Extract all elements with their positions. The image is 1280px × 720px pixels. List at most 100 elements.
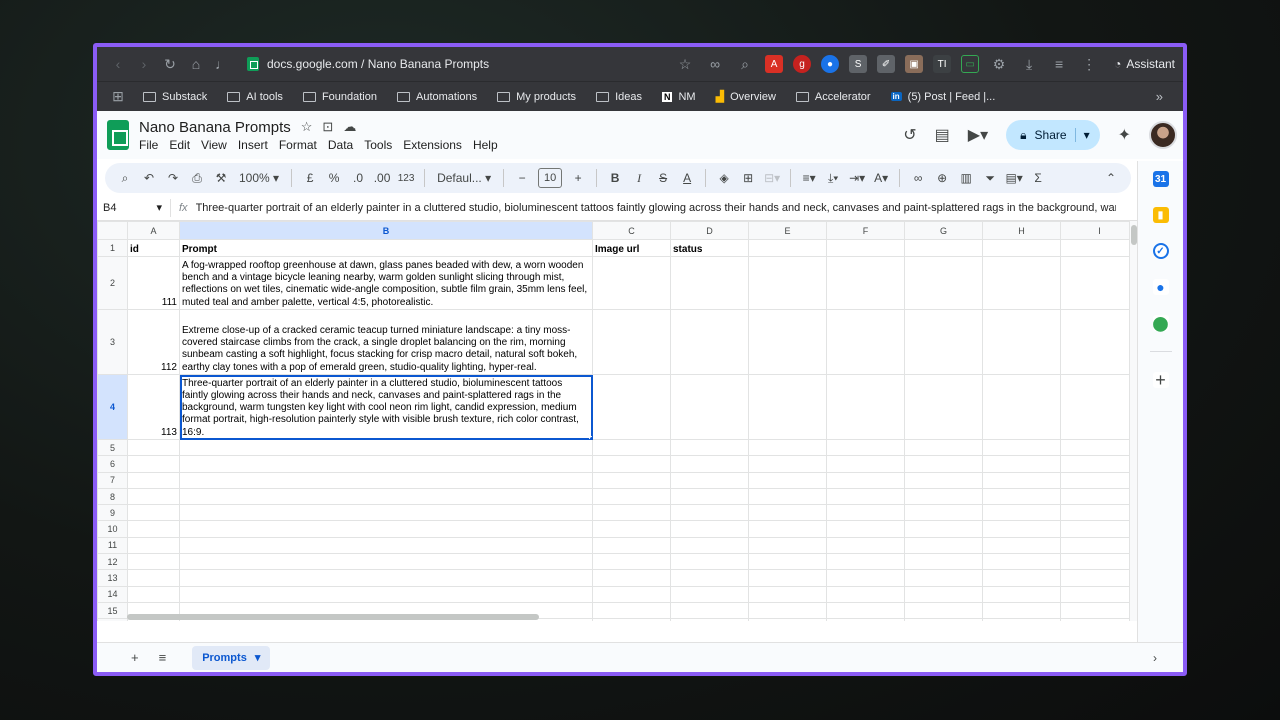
move-folder-icon[interactable]: ⊡ [322,119,333,135]
cell[interactable] [179,520,593,538]
insert-comment-icon[interactable]: ⊕ [930,171,954,185]
cell[interactable] [826,585,905,603]
row-header[interactable]: 8 [97,487,128,506]
cell[interactable] [748,585,827,603]
grammarly-icon[interactable]: g [793,55,812,73]
tool-icon[interactable]: ✐ [877,55,896,73]
undo-icon[interactable]: ↶ [137,171,161,185]
cell[interactable] [592,536,671,555]
document-title[interactable]: Nano Banana Prompts [139,119,291,136]
cell[interactable] [826,455,905,473]
prompt-cell[interactable]: A fog-wrapped rooftop greenhouse at dawn… [179,256,593,310]
share-dropdown-icon[interactable]: ▾ [1074,128,1090,142]
cell[interactable] [904,438,983,457]
row-header[interactable]: 9 [97,504,128,522]
id-cell[interactable]: 113 [127,374,180,440]
link-icon[interactable]: ∞ [702,56,728,72]
decrease-decimal-button[interactable]: .0 [346,171,370,185]
bookmark-overview[interactable]: ▟ Overview [716,90,776,104]
calendar-icon[interactable]: 31 [1152,171,1169,187]
percent-format-button[interactable]: % [322,171,346,185]
cell[interactable] [670,585,749,603]
assistant-button[interactable]: ◔ Assistant [1114,57,1175,71]
id-cell[interactable]: 111 [127,256,180,310]
menu-file[interactable]: File [139,138,158,152]
menu-format[interactable]: Format [279,138,317,152]
filter-views-icon[interactable]: ▤▾ [1002,171,1026,185]
cell[interactable] [127,536,180,555]
menu-tools[interactable]: Tools [364,138,392,152]
vertical-align-icon[interactable]: ⤓▾ [821,171,845,186]
cell[interactable] [179,536,593,555]
cell[interactable] [1060,569,1139,587]
cell[interactable] [670,569,749,587]
zoom-select[interactable]: 100% ▾ [233,171,285,185]
cell[interactable] [127,455,180,473]
italic-button[interactable]: I [627,171,651,186]
keep-icon[interactable]: ▮ [1152,207,1169,223]
cell[interactable] [179,569,593,587]
tab-prompts[interactable]: Prompts ▾ [192,645,271,670]
text-color-button[interactable]: A [675,171,699,185]
row-header[interactable]: 12 [97,553,128,571]
menu-view[interactable]: View [201,138,227,152]
name-box-dropdown-icon[interactable]: ▾ [156,201,162,214]
cell[interactable] [904,471,983,489]
row-header[interactable]: 13 [97,569,128,587]
cell[interactable] [982,553,1061,571]
sheets-logo-icon[interactable] [107,120,129,150]
cell[interactable] [982,585,1061,603]
cell[interactable] [826,504,905,522]
cell[interactable] [1060,553,1139,571]
insert-link-icon[interactable]: ∞ [906,171,930,185]
cell[interactable] [592,471,671,489]
cell[interactable] [592,309,671,375]
vertical-scrollbar[interactable] [1129,221,1137,621]
menu-extensions[interactable]: Extensions [403,138,462,152]
formula-input[interactable]: Three-quarter portrait of an elderly pai… [196,202,1116,214]
cell[interactable] [670,256,749,310]
horizontal-align-icon[interactable]: ≡▾ [797,171,821,185]
column-header-b[interactable]: B [179,221,593,240]
cell[interactable] [670,471,749,489]
bookmark-nm[interactable]: N NM [661,91,696,103]
forward-icon[interactable]: › [131,56,157,72]
all-sheets-icon[interactable]: ≡ [159,650,167,665]
cell[interactable] [592,553,671,571]
cell[interactable] [670,309,749,375]
cell[interactable] [748,569,827,587]
cell[interactable] [1060,309,1139,375]
cell[interactable] [592,487,671,506]
number-format-button[interactable]: 123 [394,173,418,184]
redo-icon[interactable]: ↷ [161,171,185,185]
cell[interactable] [592,520,671,538]
cell[interactable] [179,455,593,473]
strikethrough-button[interactable]: S [651,171,675,185]
select-all-corner[interactable] [97,221,128,240]
cell[interactable] [826,239,905,257]
add-addon-icon[interactable]: + [1152,370,1169,390]
cell[interactable] [127,487,180,506]
cell[interactable] [748,487,827,506]
cell[interactable] [982,256,1061,310]
cell[interactable] [670,455,749,473]
font-select[interactable]: Defaul... ▾ [431,171,497,185]
star-icon[interactable]: ☆ [672,56,698,73]
cell[interactable] [1060,239,1139,257]
bookmark-substack[interactable]: Substack [143,91,207,103]
cell[interactable] [748,256,827,310]
s-icon[interactable]: S [849,55,868,73]
cell[interactable] [982,520,1061,538]
column-header-d[interactable]: D [670,221,749,240]
ti-icon[interactable]: TI [933,55,952,73]
cell[interactable] [1060,585,1139,603]
cell[interactable] [127,504,180,522]
row-header[interactable]: 10 [97,520,128,538]
cell[interactable] [826,438,905,457]
cell[interactable] [127,585,180,603]
bold-button[interactable]: B [603,171,627,185]
cloud-status-icon[interactable]: ☁ [343,119,356,135]
cell[interactable] [179,487,593,506]
menu-help[interactable]: Help [473,138,498,152]
cell[interactable] [748,504,827,522]
